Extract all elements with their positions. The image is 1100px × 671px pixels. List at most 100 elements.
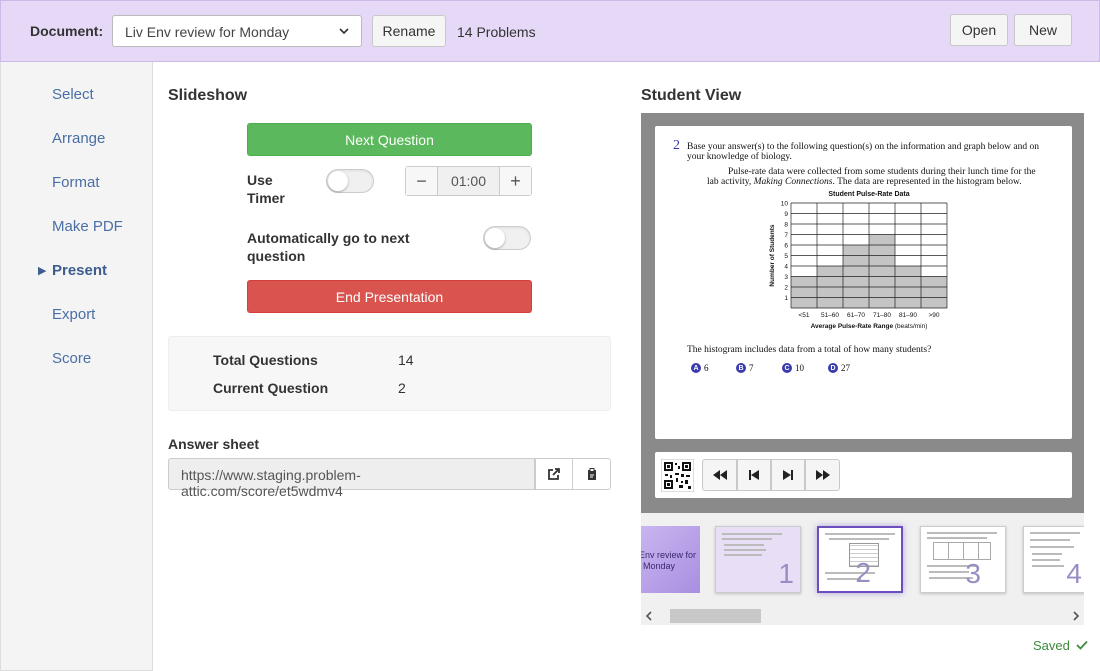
copy-link-button[interactable] bbox=[572, 458, 611, 490]
answer-sheet-url-field[interactable]: https://www.staging.problem-attic.com/sc… bbox=[168, 458, 535, 499]
sidebar: Select Arrange Format Make PDF ▶ Present… bbox=[0, 62, 153, 671]
use-timer-label: Use Timer bbox=[247, 172, 285, 206]
timer-decrement-button[interactable]: − bbox=[406, 167, 437, 195]
choice-letter-badge: C bbox=[782, 363, 792, 373]
y-tick-9: 9 bbox=[784, 211, 788, 218]
x-tick-4: 81–90 bbox=[899, 312, 917, 319]
bar-0 bbox=[791, 276, 817, 308]
choice-text: 6 bbox=[704, 363, 709, 373]
problems-count: 14 Problems bbox=[457, 24, 536, 40]
choice-text: 10 bbox=[795, 363, 804, 373]
auto-next-toggle[interactable] bbox=[483, 226, 531, 250]
new-button[interactable]: New bbox=[1014, 14, 1072, 46]
timer-value[interactable]: 01:00 bbox=[437, 167, 500, 195]
top-toolbar: Document: Liv Env review for Monday Rena… bbox=[0, 0, 1100, 62]
next-question-button[interactable]: Next Question bbox=[247, 123, 532, 156]
scrollbar-thumb[interactable] bbox=[670, 609, 761, 623]
y-tick-5: 5 bbox=[784, 253, 788, 260]
question-number: 2 bbox=[673, 138, 680, 153]
choice-text: 7 bbox=[749, 363, 754, 373]
previous-question-button[interactable] bbox=[737, 459, 771, 491]
fast-forward-icon bbox=[815, 470, 830, 480]
auto-next-label: Automatically go to next question bbox=[247, 230, 410, 264]
thumbnail-slide-1[interactable]: 1 bbox=[715, 526, 801, 593]
choice-letter-badge: A bbox=[691, 363, 701, 373]
sidebar-item-score[interactable]: Score bbox=[52, 350, 91, 367]
answer-choice-c: C 10 bbox=[782, 363, 804, 373]
question-intro-line-2: your knowledge of biology. bbox=[687, 152, 792, 162]
chevron-down-icon bbox=[339, 28, 349, 35]
total-questions-value: 14 bbox=[398, 352, 414, 368]
active-arrow-icon: ▶ bbox=[38, 265, 47, 277]
x-tick-2: 61–70 bbox=[847, 312, 865, 319]
clipboard-icon bbox=[587, 468, 596, 480]
next-question-nav-button[interactable] bbox=[771, 459, 805, 491]
answer-choice-b: B7 bbox=[736, 363, 754, 373]
end-presentation-button[interactable]: End Presentation bbox=[247, 280, 532, 313]
y-tick-6: 6 bbox=[784, 243, 788, 250]
qr-code-icon[interactable] bbox=[661, 459, 694, 492]
document-select[interactable]: Liv Env review for Monday bbox=[112, 15, 362, 47]
timer-toggle[interactable] bbox=[326, 169, 374, 193]
chart-title: Student Pulse-Rate Data bbox=[828, 191, 909, 198]
y-tick-3: 3 bbox=[784, 274, 788, 281]
slideshow-title: Slideshow bbox=[168, 87, 248, 104]
bar-5 bbox=[921, 276, 947, 308]
step-backward-icon bbox=[749, 470, 759, 480]
x-tick-0: <51 bbox=[798, 312, 809, 319]
thumbnail-slide-3[interactable]: 3 bbox=[920, 526, 1006, 593]
choice-letter-badge: B bbox=[736, 363, 746, 373]
choice-text: 27 bbox=[841, 363, 850, 373]
y-tick-2: 2 bbox=[784, 285, 788, 292]
sidebar-item-make-pdf[interactable]: Make PDF bbox=[52, 218, 123, 235]
histogram-chart: Student Pulse-Rate Data 1 2 3 4 5 6 7 8 9 10 <51 51–… bbox=[769, 191, 948, 330]
stats-panel: Total Questions 14 Current Question 2 bbox=[168, 336, 611, 411]
scroll-left-icon[interactable] bbox=[645, 611, 653, 621]
x-tick-3: 71–80 bbox=[873, 312, 891, 319]
student-view-title: Student View bbox=[641, 87, 742, 104]
thumbnail-slide-2[interactable]: 2 bbox=[817, 526, 903, 593]
answer-choice-d: D 27 bbox=[828, 363, 850, 373]
rename-button[interactable]: Rename bbox=[372, 15, 446, 47]
current-question-label: Current Question bbox=[213, 380, 329, 396]
sidebar-item-format[interactable]: Format bbox=[52, 174, 100, 191]
first-question-button[interactable] bbox=[702, 459, 737, 491]
x-tick-1: 51–60 bbox=[821, 312, 839, 319]
external-link-icon bbox=[548, 468, 560, 480]
total-questions-label: Total Questions bbox=[213, 352, 318, 368]
scroll-right-icon[interactable] bbox=[1072, 611, 1080, 621]
y-tick-8: 8 bbox=[784, 222, 788, 229]
sidebar-item-arrange[interactable]: Arrange bbox=[52, 130, 105, 147]
y-tick-1: 1 bbox=[784, 295, 788, 302]
answer-choice-a: A6 bbox=[691, 363, 709, 373]
thumbnail-slide-4[interactable]: 4 bbox=[1023, 526, 1084, 593]
thumbnail-title-slide[interactable]: Env review for Monday bbox=[641, 526, 700, 593]
y-tick-4: 4 bbox=[784, 264, 788, 271]
x-tick-5: >90 bbox=[928, 312, 939, 319]
sidebar-item-export[interactable]: Export bbox=[52, 306, 95, 323]
step-forward-icon bbox=[783, 470, 793, 480]
answer-sheet-label: Answer sheet bbox=[168, 436, 260, 452]
thumbnail-scrollbar[interactable] bbox=[641, 606, 1084, 625]
y-axis-label: Number of Students bbox=[769, 224, 776, 286]
save-status: Saved bbox=[1033, 638, 1088, 653]
sidebar-item-select[interactable]: Select bbox=[52, 86, 94, 103]
document-select-value: Liv Env review for Monday bbox=[125, 24, 290, 40]
sidebar-item-present[interactable]: Present bbox=[52, 262, 107, 279]
student-view-controls bbox=[655, 452, 1072, 498]
current-question-value: 2 bbox=[398, 380, 406, 396]
open-button[interactable]: Open bbox=[950, 14, 1008, 46]
question-prompt: The histogram includes data from a total… bbox=[687, 345, 932, 355]
x-axis-label: Average Pulse-Rate Range (beats/min) bbox=[811, 323, 928, 330]
last-question-button[interactable] bbox=[805, 459, 840, 491]
choice-letter-badge: D bbox=[828, 363, 838, 373]
y-tick-10: 10 bbox=[781, 201, 789, 208]
fast-backward-icon bbox=[712, 470, 727, 480]
y-tick-7: 7 bbox=[784, 232, 788, 239]
checkmark-icon bbox=[1075, 640, 1088, 650]
bar-3 bbox=[869, 234, 895, 308]
question-card: 2 Base your answer(s) to the following q… bbox=[655, 126, 1072, 439]
document-label: Document: bbox=[30, 23, 104, 39]
open-link-button[interactable] bbox=[535, 458, 573, 490]
timer-increment-button[interactable]: + bbox=[500, 167, 531, 195]
